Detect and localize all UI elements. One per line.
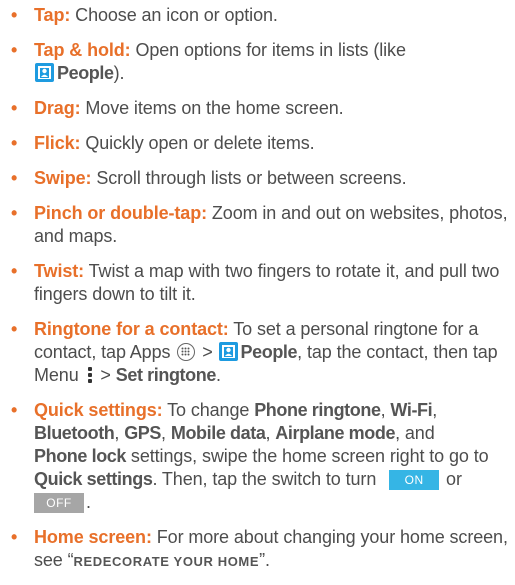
term-label: Tap: — [34, 5, 71, 25]
bullet: • — [11, 5, 18, 25]
bullet: • — [11, 203, 18, 223]
toggle-off-switch: OFF — [34, 493, 84, 513]
term-label: Quick settings: — [34, 400, 163, 420]
item-text-tail: ). — [113, 63, 125, 83]
setting-wifi: Wi-Fi — [390, 400, 433, 420]
apps-icon — [177, 343, 196, 361]
list-item-ringtone: • Ringtone for a contact: To set a perso… — [0, 318, 515, 387]
quick-settings-label: Quick settings — [34, 469, 153, 489]
term-label: Pinch or double-tap: — [34, 203, 207, 223]
item-text: settings, swipe the home screen right to… — [126, 446, 489, 466]
term-label: Home screen: — [34, 527, 152, 547]
people-icon — [218, 342, 238, 361]
menu-icon — [87, 366, 93, 384]
list-item-flick: • Flick: Quickly open or delete items. — [0, 132, 515, 155]
redecorate-link[interactable]: REDECORATE YOUR HOME — [74, 554, 260, 569]
setting-phone-ringtone: Phone ringtone — [254, 400, 381, 420]
separator: > — [197, 342, 218, 362]
term-label: Drag: — [34, 98, 81, 118]
gesture-tips-list: • Tap: Choose an icon or option. • Tap &… — [0, 4, 515, 585]
list-item-tap: • Tap: Choose an icon or option. — [0, 4, 515, 27]
item-text: Move items on the home screen. — [80, 98, 344, 118]
list-item-twist: • Twist: Twist a map with two fingers to… — [0, 260, 515, 306]
bullet: • — [11, 319, 18, 339]
bullet: • — [11, 98, 18, 118]
setting-phone-lock: Phone lock — [34, 446, 127, 466]
item-text: Choose an icon or option. — [70, 5, 278, 25]
term-label: Swipe: — [34, 168, 92, 188]
item-text-end: . — [215, 365, 221, 385]
setting-gps: GPS — [124, 423, 162, 443]
list-item-drag: • Drag: Move items on the home screen. — [0, 97, 515, 120]
term-label: Twist: — [34, 261, 85, 281]
setting-mobile-data: Mobile data — [170, 423, 266, 443]
list-item-quick-settings: • Quick settings: To change Phone ringto… — [11, 400, 489, 513]
setting-airplane-mode: Airplane mode — [275, 423, 396, 443]
bullet: • — [11, 133, 18, 153]
item-text: Twist a map with two fingers to rotate i… — [34, 261, 500, 304]
bullet: • — [11, 40, 18, 60]
item-text: or — [441, 469, 462, 489]
setting-bluetooth: Bluetooth — [34, 423, 115, 443]
list-item-home-screen: • Home screen: For more about changing y… — [0, 526, 515, 573]
separator: > — [95, 365, 116, 385]
list-item-pinch: • Pinch or double-tap: Zoom in and out o… — [0, 202, 515, 248]
item-text: . Then, tap the switch to turn — [152, 469, 382, 489]
bullet: • — [11, 400, 18, 420]
list-item-tap-hold: • Tap & hold: Open options for items in … — [0, 39, 515, 85]
bullet: • — [11, 168, 18, 188]
list-item-swipe: • Swipe: Scroll through lists or between… — [0, 167, 515, 190]
people-app-label: People — [240, 342, 298, 362]
item-text: Scroll through lists or between screens. — [91, 168, 407, 188]
bullet: • — [11, 261, 18, 281]
item-text-end: . — [86, 492, 91, 512]
item-text: , and — [395, 423, 435, 443]
term-label: Flick: — [34, 133, 81, 153]
item-text: Open options for items in lists (like — [130, 40, 406, 60]
term-label: Tap & hold: — [34, 40, 131, 60]
people-app-label: People — [57, 63, 114, 83]
item-text: Quickly open or delete items. — [80, 133, 315, 153]
set-ringtone-label: Set ringtone — [115, 365, 217, 385]
toggle-on-switch: ON — [389, 470, 440, 490]
people-icon — [35, 63, 54, 82]
term-label: Ringtone for a contact: — [34, 319, 229, 339]
item-text: To change — [162, 400, 255, 420]
bullet: • — [11, 527, 18, 547]
close-quote: ”. — [259, 550, 270, 570]
